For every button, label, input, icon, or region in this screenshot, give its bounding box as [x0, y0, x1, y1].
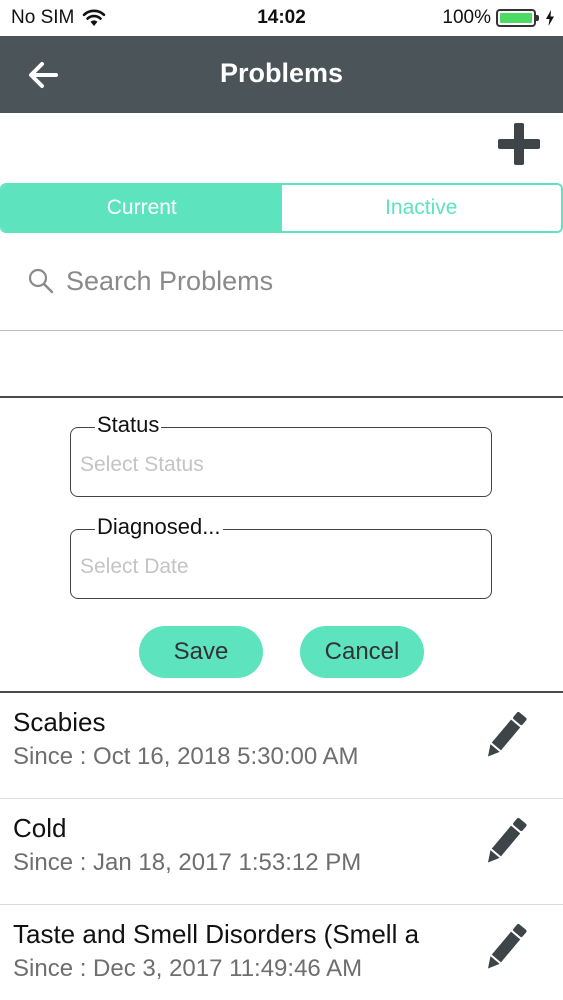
problem-since: Since : Dec 3, 2017 11:49:46 AM	[13, 955, 363, 982]
save-button[interactable]: Save	[139, 626, 263, 678]
battery-fill	[500, 13, 532, 23]
charging-bolt-icon	[546, 10, 554, 26]
tab-inactive[interactable]: Inactive	[281, 185, 561, 231]
pencil-edit-icon[interactable]	[483, 919, 529, 975]
status-bar-right: 100%	[442, 7, 555, 29]
battery-icon	[496, 9, 539, 27]
status-field-label: Status	[95, 412, 162, 438]
problem-name: Scabies	[13, 707, 106, 737]
status-bar: No SIM 14:02 100%	[0, 0, 563, 36]
status-select[interactable]: Select Status	[80, 453, 204, 477]
form-divider-top	[0, 396, 563, 398]
problem-name: Cold	[13, 813, 67, 843]
problem-list-item[interactable]: Scabies Since : Oct 16, 2018 5:30:00 AM	[0, 693, 563, 799]
status-segmented-control: Current Inactive	[0, 183, 563, 233]
diagnosed-field-label: Diagnosed...	[95, 514, 223, 540]
search-icon	[28, 268, 54, 294]
cancel-button[interactable]: Cancel	[300, 626, 424, 678]
page-title: Problems	[219, 58, 344, 88]
diagnosed-field[interactable]: Diagnosed... Select Date	[70, 514, 492, 599]
problem-list-item[interactable]: Taste and Smell Disorders (Smell a Since…	[0, 905, 563, 1000]
search-bar	[0, 233, 563, 331]
problem-list-item[interactable]: Cold Since : Jan 18, 2017 1:53:12 PM	[0, 799, 563, 905]
status-field[interactable]: Status Select Status	[70, 412, 492, 497]
pencil-edit-icon[interactable]	[483, 813, 529, 869]
tab-current[interactable]: Current	[2, 185, 282, 231]
plus-icon[interactable]	[497, 122, 541, 166]
diagnosed-date-select[interactable]: Select Date	[80, 555, 189, 579]
search-input[interactable]	[66, 260, 536, 302]
problem-since: Since : Jan 18, 2017 1:53:12 PM	[13, 849, 362, 876]
problem-name: Taste and Smell Disorders (Smell a	[13, 919, 420, 949]
pencil-edit-icon[interactable]	[483, 707, 529, 763]
problem-since: Since : Oct 16, 2018 5:30:00 AM	[13, 743, 359, 770]
nav-bar: Problems	[0, 36, 563, 113]
battery-percent: 100%	[442, 7, 491, 28]
